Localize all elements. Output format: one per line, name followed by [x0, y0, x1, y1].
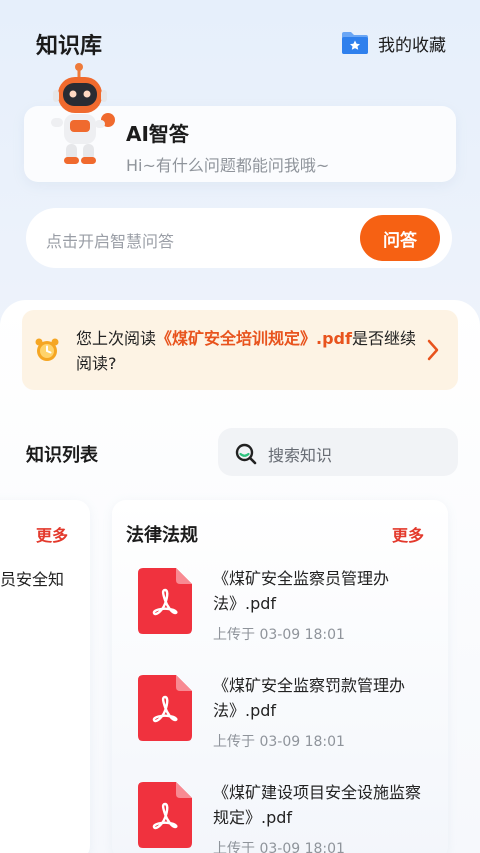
- pdf-file-icon: [138, 675, 192, 741]
- knowledge-list-title: 知识列表: [26, 445, 98, 466]
- doc-title: 《煤矿建设项目安全设施监察规定》.pdf: [213, 783, 422, 827]
- robot-mascot-icon: [51, 63, 115, 164]
- list-item[interactable]: 《煤矿安全监察罚款管理办法》.pdf 上传于 03-09 18:01: [136, 673, 436, 763]
- favorites-button[interactable]: 我的收藏: [340, 30, 446, 56]
- category-card-laws: 法律法规 更多 《煤矿安全监察员管理办法》.pdf 上传于 03-09 18:0…: [112, 500, 448, 853]
- alarm-clock-icon: [35, 338, 59, 361]
- doc-title: 《煤矿安全监察员管理办法》.pdf: [213, 569, 390, 613]
- doc-upload-time: 上传于 03-09 18:01: [213, 627, 345, 643]
- resume-prefix: 您上次阅读: [76, 329, 157, 348]
- list-item[interactable]: 《煤矿安全监察员管理办法》.pdf 上传于 03-09 18:01: [136, 566, 436, 656]
- page-title: 知识库: [36, 34, 103, 59]
- resume-file-link[interactable]: 《煤矿安全培训规定》.pdf: [156, 329, 352, 348]
- ai-assistant-subtitle: Hi~有什么问题都能问我哦~: [126, 156, 330, 175]
- favorites-label: 我的收藏: [378, 35, 446, 56]
- doc-upload-time: 上传于 03-09 18:01: [213, 734, 345, 750]
- more-link[interactable]: 更多: [392, 522, 424, 546]
- ai-assistant-title: AI智答: [126, 122, 189, 146]
- resume-reading-banner[interactable]: 您上次阅读《煤矿安全培训规定》.pdf是否继续阅读?: [22, 310, 458, 390]
- pdf-file-icon: [138, 568, 192, 634]
- category-card-left[interactable]: 更多 员安全知: [0, 500, 90, 853]
- ask-button[interactable]: 问答: [360, 215, 440, 261]
- knowledge-search-input[interactable]: 搜索知识: [218, 428, 458, 476]
- doc-title: 《煤矿安全监察罚款管理办法》.pdf: [213, 676, 406, 720]
- pdf-file-icon: [138, 782, 192, 848]
- resume-reading-text: 您上次阅读《煤矿安全培训规定》.pdf是否继续阅读?: [76, 326, 416, 376]
- doc-upload-time: 上传于 03-09 18:01: [213, 841, 345, 853]
- category-title: 法律法规: [126, 525, 198, 546]
- ask-placeholder: 点击开启智慧问答: [46, 232, 175, 251]
- ask-bar[interactable]: 点击开启智慧问答 问答: [26, 208, 452, 268]
- search-icon: [235, 443, 257, 465]
- chevron-right-icon[interactable]: [426, 338, 440, 362]
- search-placeholder: 搜索知识: [268, 446, 333, 465]
- list-item[interactable]: 《煤矿建设项目安全设施监察规定》.pdf 上传于 03-09 18:01: [136, 780, 436, 853]
- star-folder-icon: [342, 32, 368, 54]
- header: 知识库 我的收藏: [36, 26, 446, 60]
- more-link-left[interactable]: 更多: [36, 522, 68, 546]
- partial-doc-title[interactable]: 员安全知: [0, 566, 64, 590]
